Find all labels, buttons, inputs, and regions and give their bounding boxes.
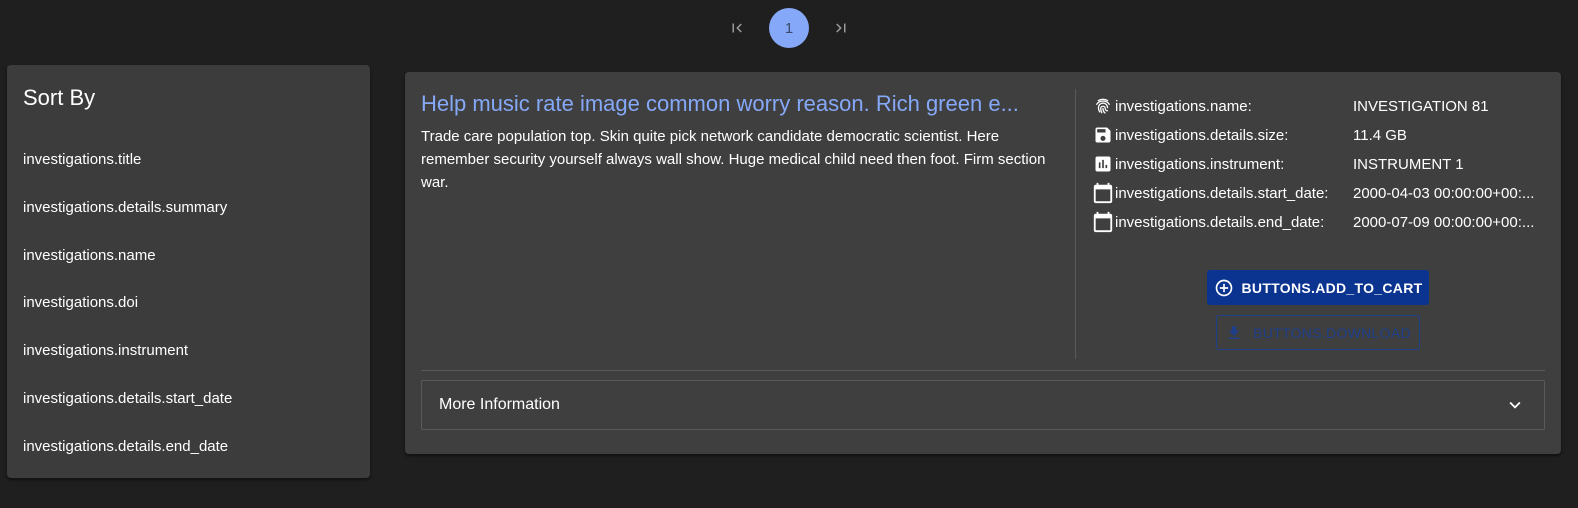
detail-row-end-date: investigations.details.end_date: 2000-07… xyxy=(1091,210,1551,234)
detail-label: investigations.details.size: xyxy=(1115,126,1289,144)
download-button[interactable]: BUTTONS.DOWNLOAD xyxy=(1216,315,1420,350)
sort-item-name[interactable]: investigations.name xyxy=(23,247,156,264)
horizontal-divider xyxy=(421,370,1545,371)
last-page-icon xyxy=(836,23,846,33)
detail-value: INVESTIGATION 81 xyxy=(1353,97,1489,115)
download-label: BUTTONS.DOWNLOAD xyxy=(1253,324,1411,341)
detail-row-name: investigations.name: INVESTIGATION 81 xyxy=(1091,94,1551,118)
detail-label: investigations.name: xyxy=(1115,97,1252,115)
sort-item-instrument[interactable]: investigations.instrument xyxy=(23,342,188,359)
sort-item-summary[interactable]: investigations.details.summary xyxy=(23,199,227,216)
last-page-button[interactable] xyxy=(823,8,859,48)
detail-label: investigations.details.start_date: xyxy=(1115,184,1329,202)
add-circle-icon xyxy=(1215,279,1232,296)
chevron-down-icon xyxy=(1509,401,1521,409)
detail-label: investigations.details.end_date: xyxy=(1115,213,1325,231)
sort-item-start-date[interactable]: investigations.details.start_date xyxy=(23,390,232,407)
first-page-icon xyxy=(732,23,742,33)
sort-list: Sort By investigations.title investigati… xyxy=(7,65,370,478)
detail-value: 2000-07-09 00:00:00+00:... xyxy=(1353,213,1535,231)
save-icon xyxy=(1091,123,1115,147)
detail-value: 2000-04-03 00:00:00+00:... xyxy=(1353,184,1535,202)
card-summary: Trade care population top. Skin quite pi… xyxy=(421,128,1046,191)
more-information-label: More Information xyxy=(439,396,560,413)
more-information-accordion[interactable]: More Information xyxy=(421,380,1545,430)
investigation-card: Help music rate image common worry reaso… xyxy=(405,72,1561,454)
bar-chart-icon xyxy=(1091,152,1115,176)
detail-value: INSTRUMENT 1 xyxy=(1353,155,1464,173)
detail-value: 11.4 GB xyxy=(1353,126,1407,144)
page-button-1[interactable]: 1 xyxy=(769,8,809,48)
calendar-icon xyxy=(1091,181,1115,205)
sort-item-title[interactable]: investigations.title xyxy=(23,151,141,168)
detail-label: investigations.instrument: xyxy=(1115,155,1285,173)
detail-row-size: investigations.details.size: 11.4 GB xyxy=(1091,123,1551,147)
sort-item-doi[interactable]: investigations.doi xyxy=(23,294,138,311)
detail-row-instrument: investigations.instrument: INSTRUMENT 1 xyxy=(1091,152,1551,176)
add-to-cart-label: BUTTONS.ADD_TO_CART xyxy=(1241,279,1423,296)
vertical-divider xyxy=(1075,89,1076,359)
first-page-button[interactable] xyxy=(719,8,755,48)
pagination: 1 xyxy=(0,8,1578,48)
download-icon xyxy=(1228,325,1240,339)
fingerprint-icon xyxy=(1091,94,1115,118)
detail-row-start-date: investigations.details.start_date: 2000-… xyxy=(1091,181,1551,205)
sort-panel: Sort By investigations.title investigati… xyxy=(7,65,370,478)
add-to-cart-button[interactable]: BUTTONS.ADD_TO_CART xyxy=(1207,270,1429,305)
calendar-icon xyxy=(1091,210,1115,234)
sort-title: Sort By xyxy=(23,85,96,110)
card-title[interactable]: Help music rate image common worry reaso… xyxy=(421,91,1063,117)
sort-item-end-date[interactable]: investigations.details.end_date xyxy=(23,438,228,455)
